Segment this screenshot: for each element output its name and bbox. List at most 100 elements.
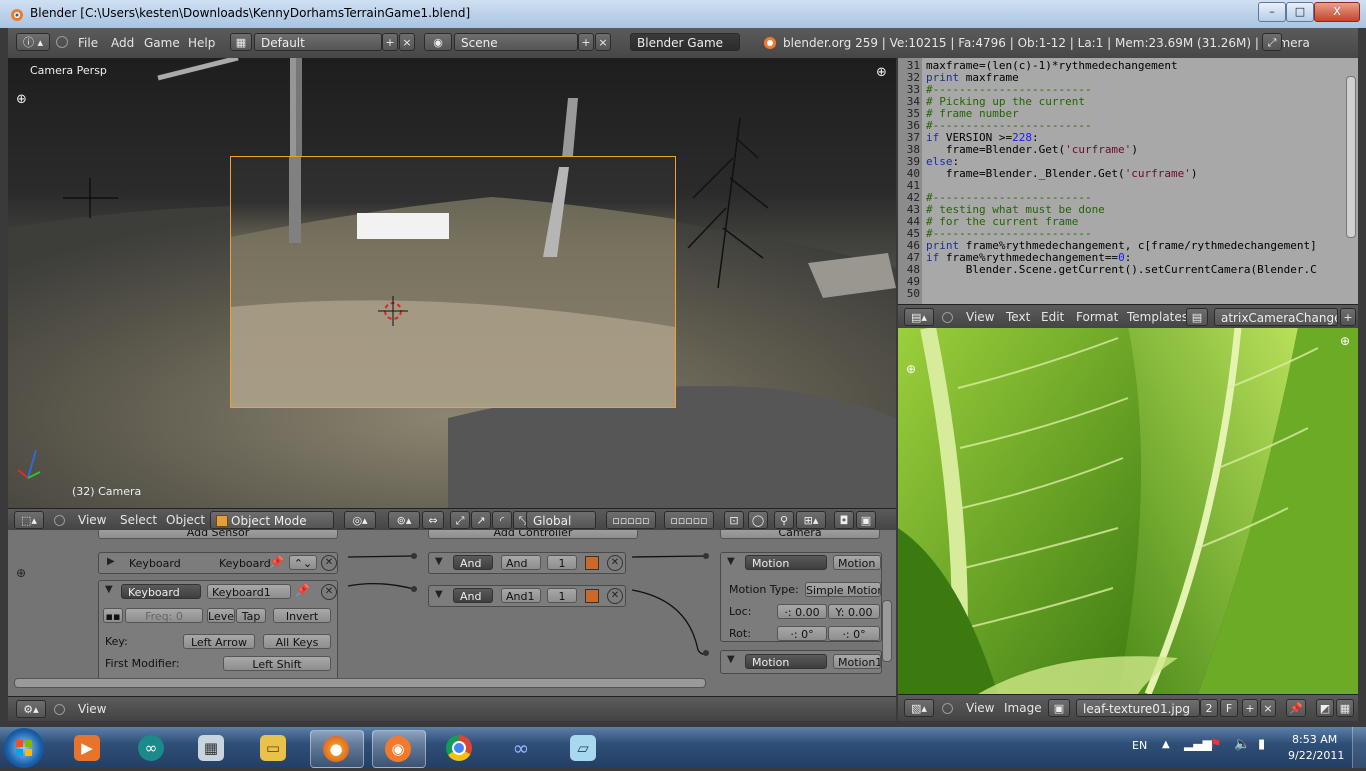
add-scene-button[interactable]: + [578,33,594,51]
region-add-icon[interactable]: ⊕ [906,362,916,376]
controller-and1[interactable]: ▼ And And1 1 ✕ [428,585,626,607]
add-screen-button[interactable]: + [382,33,398,51]
show-hidden-icons-icon[interactable]: ▲ [1162,739,1170,750]
taskbar-media-player[interactable]: ▶ [62,730,114,766]
image-users-field[interactable]: 2 [1200,699,1218,717]
rot-x-field[interactable]: ·: 0° [777,626,827,641]
snap-view-icon[interactable]: ⇔ [422,511,444,529]
unlink-image-button[interactable]: × [1260,699,1276,717]
menu-object[interactable]: Object [166,513,205,527]
taskbar-firefox[interactable]: ● [310,730,364,768]
collapse-icon[interactable]: ▼ [435,589,443,600]
image-datablock-icon[interactable]: ▣ [1048,699,1070,717]
opengl-render-icon[interactable]: ◘ [834,511,854,529]
new-text-button[interactable]: + [1340,308,1356,326]
scene-field[interactable]: Scene [454,33,578,51]
collapse-icon[interactable]: ▼ [727,556,735,567]
layers-grid-1[interactable]: ▫▫▫▫▫ [606,511,656,529]
shading-icon[interactable]: ◎▴ [344,511,376,529]
menu-view[interactable]: View [78,702,106,716]
orientation-dropdown[interactable]: Global [526,511,596,529]
loc-x-field[interactable]: ·: 0.00 [777,604,827,619]
menu-text[interactable]: Text [1006,310,1030,324]
menu-templates[interactable]: Templates [1127,310,1188,324]
text-name-field[interactable]: atrixCameraChange_ol [1214,308,1338,326]
actuator-name-field[interactable]: Motion1 [833,654,881,669]
collapse-menu-icon[interactable] [942,312,953,323]
delete-scene-button[interactable]: × [595,33,611,51]
taskbar-arduino[interactable]: ∞ [126,730,178,766]
menu-format[interactable]: Format [1076,310,1118,324]
screen-layout-icon[interactable]: ▦ [230,33,252,51]
menu-edit[interactable]: Edit [1041,310,1064,324]
clock-date[interactable]: 9/22/2011 [1288,749,1344,762]
editor-type-icon[interactable]: ▤▴ [904,308,934,326]
taskbar-notepad[interactable]: ▱ [558,730,610,766]
device-icon[interactable]: ▮ [1258,737,1265,752]
menu-select[interactable]: Select [120,513,157,527]
proportional-edit-icon[interactable]: ◯ [748,511,768,529]
region-add-icon[interactable]: ⊕ [16,92,27,107]
editor-type-icon[interactable]: ⬚▴ [14,511,44,529]
rot-y-field[interactable]: ·: 0° [828,626,880,641]
code-line[interactable]: frame=Blender._Blender.Get('curframe') [926,168,1198,180]
lock-layers-icon[interactable]: ⊡ [724,511,744,529]
controller-type-dropdown[interactable]: And [453,555,493,570]
delete-controller-icon[interactable]: ✕ [607,588,623,604]
collapse-menu-icon[interactable] [54,515,65,526]
collapse-menu-icon[interactable] [54,704,65,715]
menu-view[interactable]: View [78,513,106,527]
controller-type-dropdown[interactable]: And [453,588,493,603]
image-name-field[interactable]: leaf-texture01.jpg [1076,699,1200,717]
menu-game[interactable]: Game [144,36,180,50]
minimize-button[interactable]: – [1258,2,1286,22]
actuator-name-field[interactable]: Motion [833,555,881,570]
menu-image[interactable]: Image [1004,701,1042,715]
controller-and[interactable]: ▼ And And 1 ✕ [428,552,626,574]
text-editor[interactable]: 31 maxframe=(len(c)-1)*rythmedechangement… [898,58,1358,304]
screen-layout-field[interactable]: Default [254,33,382,51]
network-icon[interactable]: ▂▄▆ [1184,737,1212,751]
fake-user-toggle[interactable]: F [1220,699,1238,717]
language-indicator[interactable]: EN [1132,739,1147,752]
opengl-render-anim-icon[interactable]: ▣ [856,511,876,529]
volume-icon[interactable]: 🔈 [1234,737,1250,752]
actuator-motion[interactable]: ▼ Motion Motion Motion Type: Simple Moti… [720,552,882,642]
manipulator-scale-icon[interactable]: ◜ [492,511,512,529]
loc-y-field[interactable]: Y: 0.00 [828,604,880,619]
snap-icon[interactable]: ⚲ [774,511,794,529]
menu-view[interactable]: View [966,701,994,715]
start-button[interactable] [4,728,44,768]
taskbar-explorer[interactable]: ▭ [248,730,300,766]
3d-viewport[interactable]: Camera Persp (32) Camera ⊕ ⊕ [8,58,896,508]
clock-time[interactable]: 8:53 AM [1292,733,1337,746]
object-mode-dropdown[interactable]: Object Mode [210,511,334,529]
action-center-icon[interactable]: ⚑ [1210,737,1222,752]
menu-add[interactable]: Add [111,36,134,50]
3d-cursor-icon[interactable] [378,296,408,326]
snap-element-icon[interactable]: ⊞▴ [796,511,826,529]
menu-view[interactable]: View [966,310,994,324]
actuator-type-dropdown[interactable]: Motion [745,555,827,570]
bookmark-icon[interactable] [585,556,599,570]
text-scrollbar[interactable] [1346,76,1356,238]
render-engine-dropdown[interactable]: Blender Game [630,33,740,51]
taskbar-infinity[interactable]: ∞ [496,730,548,766]
manipulator-rotate-icon[interactable]: ↗ [471,511,491,529]
info-editor-type-icon[interactable]: ⓘ ▴ [16,33,50,51]
pin-image-icon[interactable]: 📌 [1286,699,1306,717]
bookmark-icon[interactable] [585,589,599,603]
scene-icon[interactable]: ◉ [424,33,452,51]
delete-controller-icon[interactable]: ✕ [607,555,623,571]
controller-name-field[interactable]: And [501,555,541,570]
editor-type-icon[interactable]: ⚙▴ [16,700,46,718]
controller-state-field[interactable]: 1 [547,588,577,603]
text-datablock-icon[interactable]: ▤ [1186,308,1208,326]
collapse-icon[interactable]: ▼ [727,654,735,665]
taskbar-chrome[interactable] [434,730,486,766]
editor-type-icon[interactable]: ▧▴ [904,699,934,717]
close-button[interactable]: X [1314,2,1360,22]
controller-state-field[interactable]: 1 [547,555,577,570]
pivot-icon[interactable]: ⊚▴ [388,511,420,529]
motion-type-field[interactable]: Simple Motion [805,582,881,597]
